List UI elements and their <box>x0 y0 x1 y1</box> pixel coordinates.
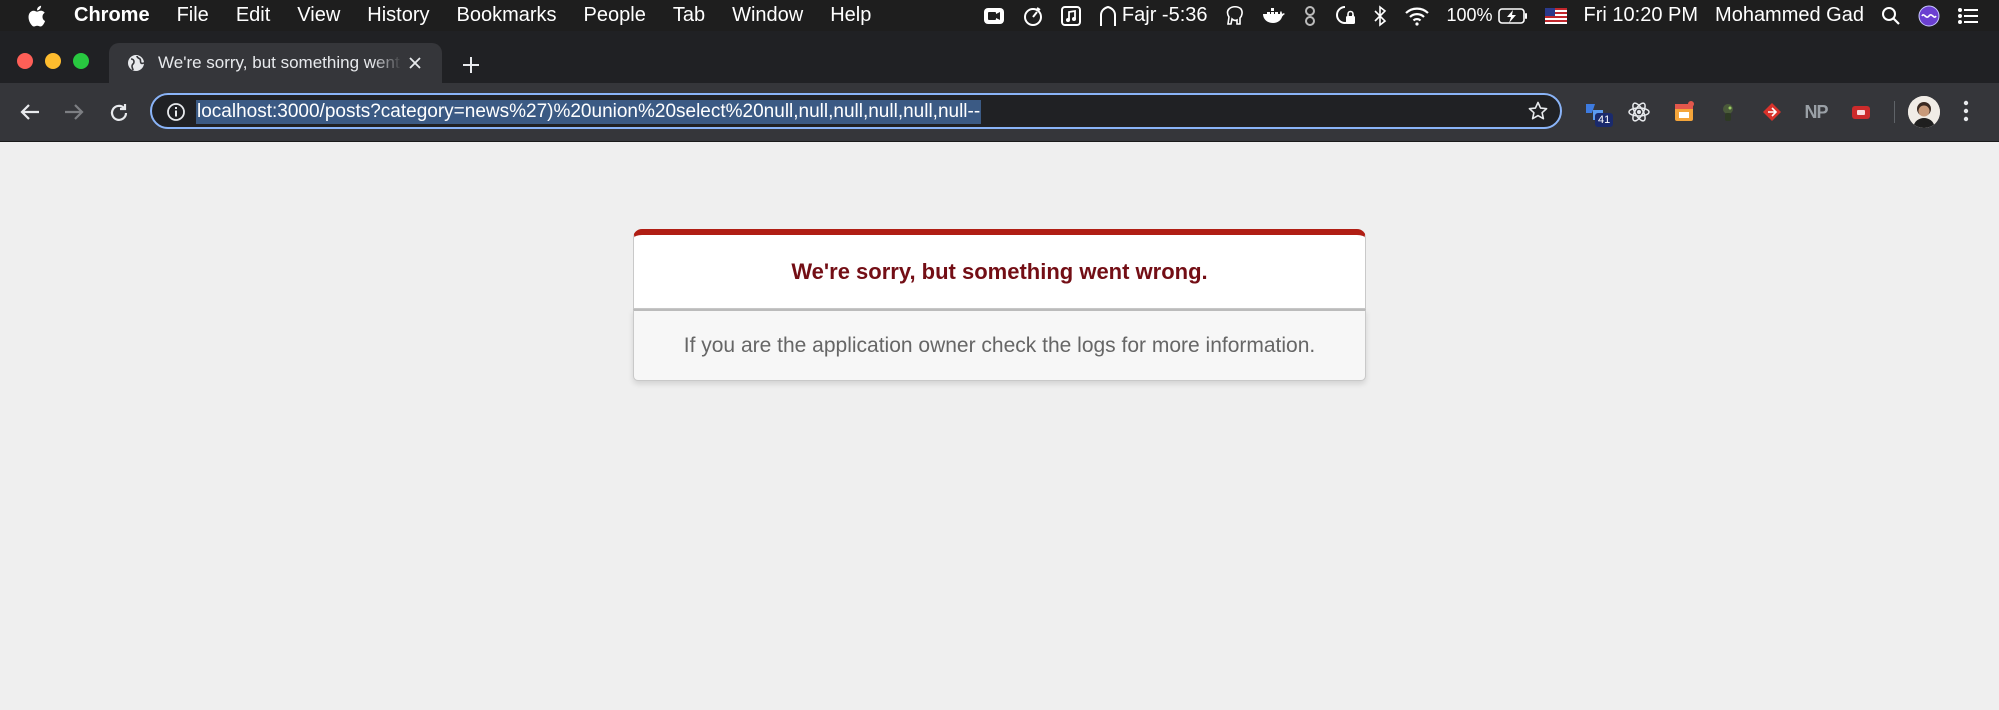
menu-edit[interactable]: Edit <box>236 4 270 27</box>
toolbar-separator <box>1894 101 1895 123</box>
menu-tab[interactable]: Tab <box>673 4 705 27</box>
docker-whale-icon[interactable] <box>1262 6 1286 26</box>
chrome-menu-icon[interactable] <box>1962 100 1970 122</box>
postgres-elephant-icon[interactable] <box>1225 5 1245 27</box>
back-button[interactable] <box>19 102 41 122</box>
np-extension-label: NP <box>1804 101 1828 122</box>
globe-icon <box>127 54 145 72</box>
red-diamond-extension-icon[interactable] <box>1757 97 1787 127</box>
us-flag-icon[interactable] <box>1544 7 1567 24</box>
menu-help[interactable]: Help <box>830 4 871 27</box>
mosque-arch-icon <box>1099 5 1116 26</box>
bookmark-star-icon[interactable] <box>1528 101 1548 121</box>
menu-bar-status-area: Fajr -5:36 100% Fri 10:20 PM Mohammed Ga… <box>983 0 1999 31</box>
error-title: We're sorry, but something went wrong. <box>791 258 1208 284</box>
prayer-time-item[interactable]: Fajr -5:36 <box>1098 4 1208 27</box>
extension-badge-count: 41 <box>1595 113 1614 127</box>
menu-file[interactable]: File <box>177 4 209 27</box>
address-bar[interactable]: localhost:3000/posts?category=news%27)%2… <box>150 93 1562 129</box>
prayer-time-text: Fajr -5:36 <box>1121 4 1208 26</box>
menu-people[interactable]: People <box>584 4 646 27</box>
apple-menu-icon[interactable] <box>26 4 54 28</box>
menu-bookmarks[interactable]: Bookmarks <box>457 4 557 27</box>
menu-history[interactable]: History <box>367 4 429 27</box>
np-extension-icon[interactable]: NP <box>1801 97 1831 127</box>
react-devtools-icon[interactable] <box>1624 97 1654 127</box>
window-zoom-button[interactable] <box>73 53 89 69</box>
battery-percentage[interactable]: 100% <box>1447 5 1493 26</box>
siri-icon[interactable] <box>1918 5 1940 27</box>
spotlight-search-icon[interactable] <box>1881 6 1901 26</box>
wifi-icon[interactable] <box>1404 6 1430 26</box>
battery-charging-icon[interactable] <box>1497 7 1528 25</box>
music-icon[interactable] <box>1060 5 1081 26</box>
connection-icon[interactable] <box>1303 5 1317 27</box>
bluetooth-icon[interactable] <box>1373 4 1387 27</box>
profile-avatar[interactable] <box>1908 96 1940 128</box>
menu-view[interactable]: View <box>297 4 340 27</box>
extension-translate-icon[interactable]: 41 <box>1580 97 1614 127</box>
calendar-extension-icon[interactable] <box>1669 97 1699 127</box>
video-camera-icon[interactable] <box>983 6 1005 26</box>
menu-app-name[interactable]: Chrome <box>74 4 150 27</box>
window-close-button[interactable] <box>17 53 33 69</box>
active-tab[interactable]: We're sorry, but something went wrong <box>109 43 442 83</box>
url-text[interactable]: localhost:3000/posts?category=news%27)%2… <box>196 100 982 124</box>
site-info-icon[interactable] <box>166 102 186 122</box>
menu-window[interactable]: Window <box>732 4 803 27</box>
new-tab-button[interactable] <box>461 55 481 75</box>
error-dialog: We're sorry, but something went wrong. I… <box>633 229 1366 381</box>
error-message: If you are the application owner check t… <box>683 333 1316 357</box>
reload-button[interactable] <box>108 102 130 124</box>
tab-close-icon[interactable] <box>408 56 422 70</box>
error-body: If you are the application owner check t… <box>633 309 1366 381</box>
error-header: We're sorry, but something went wrong. <box>633 229 1366 309</box>
forward-button[interactable] <box>63 102 85 122</box>
macos-menu-bar: Chrome File Edit View History Bookmarks … <box>0 0 1999 31</box>
browser-tab-strip: We're sorry, but something went wrong <box>0 31 1999 83</box>
timer-icon[interactable] <box>1022 5 1044 27</box>
window-minimize-button[interactable] <box>45 53 61 69</box>
youtube-red-extension-icon[interactable] <box>1846 97 1876 127</box>
tab-title: We're sorry, but something went wrong <box>158 53 402 72</box>
browser-toolbar: localhost:3000/posts?category=news%27)%2… <box>0 83 1999 142</box>
clock-text[interactable]: Fri 10:20 PM <box>1584 4 1698 27</box>
wappalyzer-extension-icon[interactable] <box>1713 97 1743 127</box>
lock-shield-icon[interactable] <box>1334 5 1356 27</box>
notification-center-icon[interactable] <box>1957 7 1979 25</box>
user-name-text[interactable]: Mohammed Gad <box>1715 4 1864 27</box>
